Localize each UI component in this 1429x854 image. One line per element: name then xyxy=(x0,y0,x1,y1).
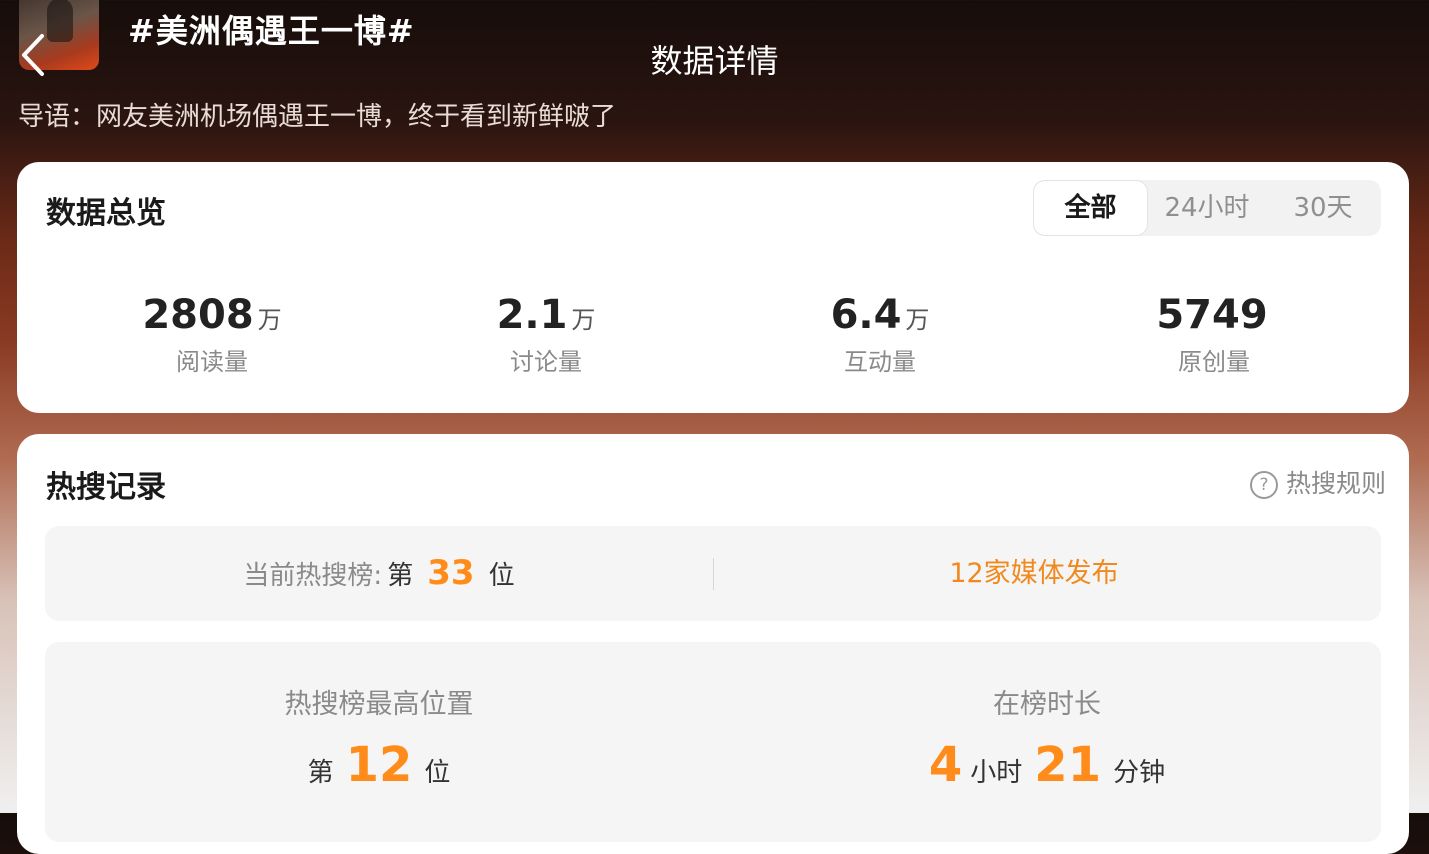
data-overview-card: 数据总览 全部 24小时 30天 2808 万 阅读量 2.1 万 讨论量 6.4 万… xyxy=(17,162,1409,413)
stat-read-label: 阅读量 xyxy=(176,348,248,376)
stat-discussion-unit: 万 xyxy=(571,306,596,334)
highest-rank-value: 12 xyxy=(345,737,413,793)
time-range-tabs: 全部 24小时 30天 xyxy=(1033,180,1381,236)
current-rank: 当前热搜榜: 第 33 位 xyxy=(45,526,713,621)
duration-hours: 4 xyxy=(928,737,963,793)
highest-rank-value-row: 第 12 位 xyxy=(45,737,713,793)
highest-rank: 热搜榜最高位置 第 12 位 xyxy=(45,682,713,793)
duration-value-row: 4 小时 21 分钟 xyxy=(713,737,1381,793)
highest-rank-wei: 位 xyxy=(424,758,451,788)
media-publish-link[interactable]: 12家媒体发布 xyxy=(714,526,1354,621)
page-title: 数据详情 xyxy=(650,42,779,80)
stat-interaction-unit: 万 xyxy=(905,306,930,334)
hot-search-card: 热搜记录 ? 热搜规则 当前热搜榜: 第 33 位 12家媒体发布 热搜榜最高位置 第… xyxy=(17,434,1409,854)
current-rank-prefix: 当前热搜榜: xyxy=(243,561,383,591)
duration-minutes: 21 xyxy=(1034,737,1102,793)
rank-stats-panel: 热搜榜最高位置 第 12 位 在榜时长 4 小时 21 分钟 xyxy=(45,642,1381,842)
hot-search-rules-link[interactable]: ? 热搜规则 xyxy=(1249,464,1386,500)
highest-rank-label: 热搜榜最高位置 xyxy=(284,689,474,720)
duration-hours-unit: 小时 xyxy=(970,758,1023,788)
tab-24h[interactable]: 24小时 xyxy=(1149,180,1265,236)
highest-rank-di: 第 xyxy=(307,758,334,788)
stat-original-label: 原创量 xyxy=(1178,348,1250,376)
stat-interaction-label: 互动量 xyxy=(844,348,916,376)
stat-value-row: 6.4 万 xyxy=(730,292,1030,340)
on-list-duration: 在榜时长 4 小时 21 分钟 xyxy=(713,682,1381,793)
rules-label: 热搜规则 xyxy=(1285,469,1386,498)
duration-minutes-unit: 分钟 xyxy=(1113,758,1166,788)
stat-discussion: 2.1 万 讨论量 xyxy=(396,292,696,377)
header: #美洲偶遇王一博# 数据详情 导语：网友美洲机场偶遇王一博，终于看到新鲜啵了 xyxy=(0,0,1429,160)
stat-interaction-value: 6.4 xyxy=(830,292,902,338)
stat-original-value: 5749 xyxy=(1156,292,1268,338)
stat-value-row: 2808 万 xyxy=(62,292,362,340)
stat-discussion-label: 讨论量 xyxy=(510,348,582,376)
current-rank-value: 33 xyxy=(427,553,475,593)
current-rank-wei: 位 xyxy=(488,561,515,591)
question-circle-icon: ? xyxy=(1249,471,1278,499)
stat-interaction: 6.4 万 互动量 xyxy=(730,292,1030,377)
hot-search-title: 热搜记录 xyxy=(46,470,166,505)
duration-label: 在榜时长 xyxy=(993,689,1101,720)
tab-30d[interactable]: 30天 xyxy=(1265,180,1381,236)
overview-title: 数据总览 xyxy=(46,196,166,231)
stat-value-row: 5749 xyxy=(1064,292,1364,340)
topic-intro: 导语：网友美洲机场偶遇王一博，终于看到新鲜啵了 xyxy=(18,102,617,132)
stat-read-unit: 万 xyxy=(257,306,282,334)
stat-read: 2808 万 阅读量 xyxy=(62,292,362,377)
stat-value-row: 2.1 万 xyxy=(396,292,696,340)
stat-discussion-value: 2.1 xyxy=(496,292,568,338)
stat-original: 5749 原创量 xyxy=(1064,292,1364,377)
current-rank-panel: 当前热搜榜: 第 33 位 12家媒体发布 xyxy=(45,526,1381,621)
current-rank-di: 第 xyxy=(387,561,414,591)
tab-all[interactable]: 全部 xyxy=(1034,181,1147,235)
stat-read-value: 2808 xyxy=(142,292,254,338)
